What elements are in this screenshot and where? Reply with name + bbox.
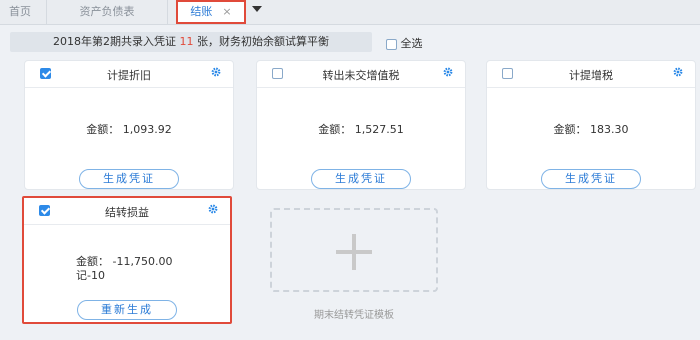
gear-icon[interactable] (208, 204, 218, 214)
card-amount: 金额： 183.30 (487, 121, 695, 137)
info-suffix: 张，财务初始余额试算平衡 (197, 35, 329, 48)
amount-value: 1,527.51 (354, 123, 404, 136)
amount-value: 1,093.92 (122, 123, 172, 136)
card-header: 转出未交增值税 (257, 61, 465, 88)
info-prefix: 2018年第2期共录入凭证 (53, 35, 176, 48)
tab-closing[interactable]: 结账 × (176, 0, 246, 24)
generate-voucher-button[interactable]: 生成凭证 (311, 169, 411, 189)
card-amount: 金额： 1,093.92 (25, 121, 233, 137)
card-title: 计提增税 (569, 69, 613, 82)
select-all[interactable]: 全选 (386, 35, 423, 51)
voucher-count: 11 (179, 35, 194, 48)
card-title: 计提折旧 (107, 69, 151, 82)
select-all-label: 全选 (400, 37, 423, 50)
card-title: 结转损益 (105, 206, 149, 219)
close-icon[interactable]: × (222, 5, 231, 18)
chevron-down-icon[interactable] (252, 6, 262, 12)
card-header: 计提折旧 (25, 61, 233, 88)
card-amount: 金额： 1,527.51 (257, 121, 465, 137)
gear-icon[interactable] (673, 67, 683, 77)
plus-icon (336, 234, 372, 270)
card-vat-transfer: 转出未交增值税 金额： 1,527.51 生成凭证 (256, 60, 466, 190)
tab-balance-sheet[interactable]: 资产负债表 (46, 0, 168, 24)
status-info-bar: 2018年第2期共录入凭证 11 张，财务初始余额试算平衡 (10, 32, 372, 52)
generate-voucher-button[interactable]: 生成凭证 (79, 169, 179, 189)
tab-bar: 首页 资产负债表 结账 × (0, 0, 700, 25)
amount-value: 183.30 (590, 123, 629, 136)
generate-voucher-button[interactable]: 生成凭证 (541, 169, 641, 189)
card-amount: 金额： -11,750.00 记-10 (76, 255, 172, 283)
template-label: 期末结转凭证模板 (314, 310, 394, 321)
select-all-checkbox[interactable] (386, 38, 397, 50)
amount-value: -11,750.00 (112, 255, 173, 268)
card-depreciation: 计提折旧 金额： 1,093.92 生成凭证 (24, 60, 234, 190)
amount-label: 金额： (86, 123, 120, 136)
add-template-button[interactable] (270, 208, 438, 292)
tab-home[interactable]: 首页 (0, 0, 40, 24)
regenerate-button[interactable]: 重新生成 (77, 300, 177, 320)
voucher-number[interactable]: 记-10 (76, 269, 105, 282)
gear-icon[interactable] (211, 67, 221, 77)
card-header: 计提增税 (487, 61, 695, 88)
card-surtax: 计提增税 金额： 183.30 生成凭证 (486, 60, 696, 190)
card-title: 转出未交增值税 (322, 69, 400, 82)
card-header: 结转损益 (24, 198, 230, 225)
amount-label: 金额： (318, 123, 352, 136)
amount-label: 金额： (553, 123, 587, 136)
gear-icon[interactable] (443, 67, 453, 77)
tab-closing-label: 结账 (190, 5, 213, 18)
amount-label: 金额： (76, 255, 109, 268)
card-profit-loss: 结转损益 金额： -11,750.00 记-10 重新生成 (22, 196, 232, 324)
